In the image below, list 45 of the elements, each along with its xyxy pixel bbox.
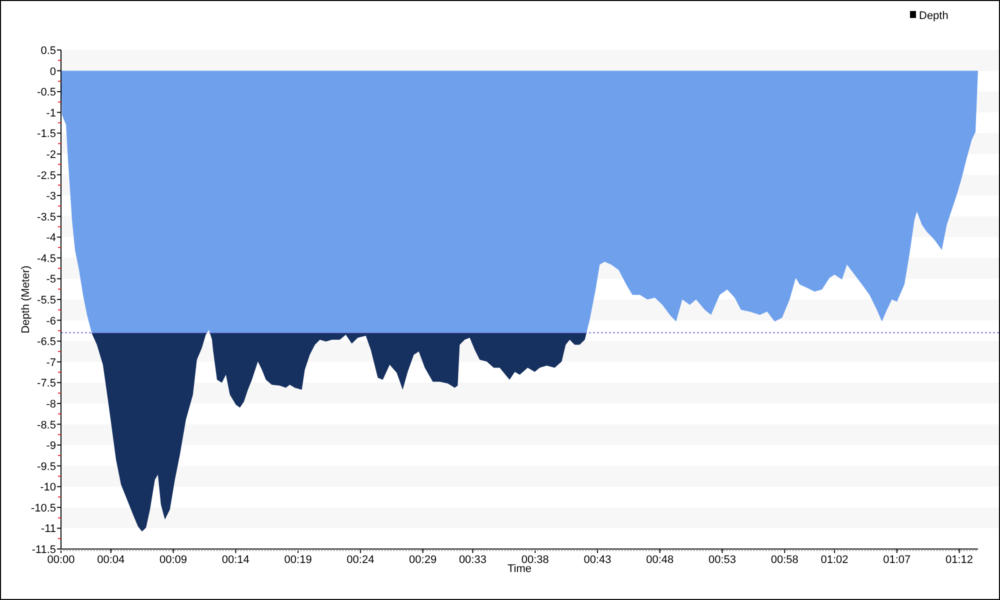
x-tick-label: 00:14	[222, 554, 250, 566]
y-tick-label: -5	[46, 274, 56, 286]
x-tick-label: 00:38	[521, 554, 549, 566]
x-tick-label: 00:19	[284, 554, 312, 566]
x-tick-label: 00:09	[160, 554, 188, 566]
x-tick-label: 00:00	[47, 554, 75, 566]
y-tick-label: -0.5	[37, 86, 56, 99]
x-tick-label: 00:43	[584, 554, 612, 566]
y-tick-label: -1	[46, 107, 56, 120]
x-axis-title: Time	[507, 563, 532, 575]
y-tick-label: -9.5	[37, 460, 56, 473]
y-tick-label: -4	[46, 232, 56, 244]
x-tick-label: 01:02	[820, 554, 848, 566]
y-tick-label: -5.5	[37, 294, 56, 306]
x-tick-label: 01:07	[883, 554, 911, 566]
y-tick-label: -4.5	[37, 252, 56, 265]
y-tick-label: -8	[46, 398, 56, 410]
y-axis-title: Depth (Meter)	[20, 266, 32, 334]
y-tick-label: -11	[40, 523, 56, 536]
y-tick-label: -10.5	[30, 502, 56, 514]
y-tick-label: -3	[46, 190, 56, 203]
y-tick-label: -8.5	[37, 419, 56, 432]
y-tick-label: -2	[46, 148, 56, 161]
y-tick-label: -1.5	[37, 128, 56, 140]
x-tick-label: 01:12	[946, 554, 974, 566]
x-tick-label: 00:58	[770, 554, 798, 566]
y-tick-label: 0.5	[40, 45, 56, 57]
x-tick-label: 00:48	[646, 554, 674, 566]
y-tick-label: -6	[46, 315, 56, 328]
y-tick-label: -9	[46, 440, 56, 452]
x-tick-label: 00:29	[409, 554, 437, 566]
y-tick-label: -10	[40, 482, 56, 494]
x-tick-label: 00:24	[346, 554, 374, 566]
y-tick-label: -2.5	[37, 170, 56, 182]
y-tick-label: -6.5	[37, 336, 56, 348]
x-tick-label: 00:04	[97, 554, 125, 566]
y-tick-label: -3.5	[37, 211, 56, 224]
legend-label: Depth	[919, 10, 948, 22]
y-tick-label: -7	[46, 356, 56, 369]
legend-swatch	[910, 11, 916, 18]
x-tick-label: 00:33	[458, 554, 486, 566]
y-tick-label: -11.5	[32, 544, 56, 556]
x-tick-label: 00:53	[708, 554, 736, 566]
y-tick-label: 0	[50, 66, 56, 78]
y-tick-label: -7.5	[37, 378, 56, 390]
